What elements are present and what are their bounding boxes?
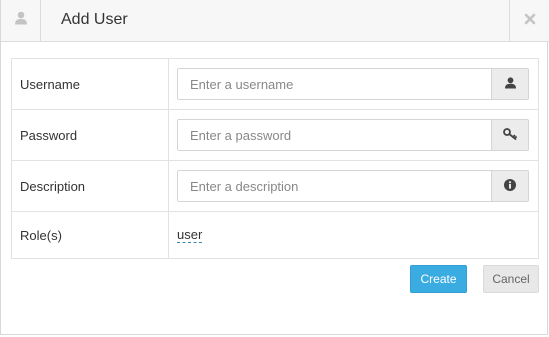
password-addon [491,120,528,150]
header-icon-box [1,0,41,41]
description-addon [491,171,528,201]
description-row: Description [11,160,539,212]
dialog-title: Add User [61,11,128,28]
username-addon [491,69,528,99]
description-input-group [177,170,529,202]
username-row: Username [11,58,539,110]
key-icon [503,127,517,143]
username-label: Username [11,58,169,110]
close-button[interactable] [509,0,549,41]
info-icon [504,178,516,194]
description-label: Description [11,160,169,212]
cancel-button[interactable]: Cancel [483,265,539,293]
user-icon [14,11,27,30]
roles-row: Role(s) user [11,211,539,259]
close-icon [524,12,536,30]
add-user-dialog: Add User Username Enter a username Passw… [0,0,549,335]
username-input-group [177,68,529,100]
password-row: Password [11,109,539,161]
username-input[interactable] [178,69,491,99]
password-label: Password [11,109,169,161]
create-button[interactable]: Create [410,265,467,293]
roles-label: Role(s) [11,211,169,259]
dialog-header: Add User [1,0,549,42]
roles-value-link[interactable]: user [177,228,203,243]
description-input[interactable] [178,171,491,201]
password-input-group [177,119,529,151]
password-input[interactable] [178,120,491,150]
user-icon [504,76,516,92]
user-form: Username Password [11,58,539,259]
